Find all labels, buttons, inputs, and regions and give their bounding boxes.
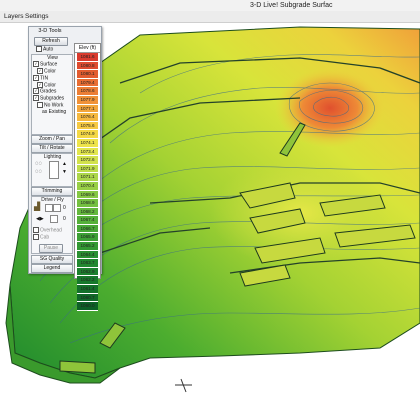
- menu-bar: Layers Settings: [0, 11, 420, 23]
- crosshair-marker: [175, 378, 192, 393]
- tin-checkbox[interactable]: ✓: [33, 74, 39, 81]
- window-title: 3-D Live! Subgrade Surfac: [250, 2, 333, 9]
- legend-entry: 1077.1: [77, 104, 98, 114]
- title-bar: 3-D Live! Subgrade Surfac: [0, 0, 420, 11]
- legend-entry: 1063.7: [77, 259, 98, 268]
- auto-checkbox[interactable]: [36, 46, 42, 52]
- legend-entry: 1080.1: [77, 70, 98, 79]
- legend-entry: 1070.4: [77, 181, 98, 191]
- sg-quality-button[interactable]: SG Quality: [31, 255, 73, 264]
- vehicle-icon[interactable]: ▟: [34, 203, 40, 212]
- pause-button[interactable]: Pause: [39, 244, 63, 253]
- light-dial-1-icon[interactable]: ◌◌: [35, 161, 42, 167]
- channel-outline: [59, 360, 96, 374]
- surface-label: Surface: [40, 61, 58, 68]
- no-work-label: No Work: [44, 102, 64, 109]
- legend-entry: 1068.2: [77, 207, 98, 217]
- legend-entry: 1072.6: [77, 156, 98, 165]
- legend-entry: 1079.4: [77, 78, 98, 88]
- drive-value-2: 0: [63, 216, 66, 223]
- overhead-checkbox[interactable]: [33, 227, 39, 234]
- lighting-group: Lighting ◌◌ ◌◌ ▲ ▼: [31, 153, 73, 187]
- subgrades-label: Subgrades: [40, 95, 65, 102]
- subgrades-checkbox[interactable]: ✓: [33, 95, 39, 102]
- drive-control-3[interactable]: [50, 215, 58, 224]
- light-dial-2-icon[interactable]: ◌◌: [35, 169, 42, 175]
- legend-button[interactable]: Legend: [31, 264, 73, 273]
- legend-entry: 1062.9: [77, 267, 98, 277]
- menu-layers[interactable]: Layers: [4, 11, 24, 22]
- legend-entry: 1069.6: [77, 190, 98, 200]
- auto-label: Auto: [43, 46, 54, 53]
- menu-settings[interactable]: Settings: [25, 11, 49, 22]
- legend-entry: 1078.6: [77, 87, 98, 96]
- tin-color-label: Color: [44, 81, 56, 88]
- legend-entry: 1081.6: [77, 53, 98, 62]
- legend-entry: 1080.8: [77, 61, 98, 71]
- legend-entry: 1068.9: [77, 199, 98, 208]
- legend-header: Elev (ft): [75, 44, 100, 53]
- tin-color-checkbox[interactable]: ✓: [37, 81, 43, 88]
- drive-controls: ▟ 0 ◀▶ 0: [32, 203, 72, 227]
- legend-entry: 1060.7: [77, 293, 98, 303]
- view-group: View ✓ Surface ✓ Color ✓ TIN ✓ Color ✓ Grades…: [31, 54, 73, 135]
- surface-color-option[interactable]: ✓ Color: [32, 68, 72, 75]
- tin-label: TIN: [40, 75, 49, 82]
- cab-label: Cab: [40, 234, 50, 241]
- light-spin-down-icon[interactable]: ▼: [62, 169, 67, 175]
- legend-entry: 1071.1: [77, 173, 98, 182]
- drive-fly-group: Drive / Fly ▟ 0 ◀▶ 0 Overhead Cab Pause: [31, 196, 73, 254]
- tools-panel-title: 3-D Tools: [38, 28, 62, 34]
- drive-value-1: 0: [63, 205, 66, 212]
- grades-option[interactable]: ✓ Grades: [32, 88, 72, 95]
- legend-entry: 1060.0: [77, 302, 98, 311]
- drive-control-1[interactable]: [45, 204, 53, 213]
- grades-label: Grades: [40, 88, 57, 95]
- auto-option[interactable]: Auto: [36, 46, 53, 52]
- light-intensity-slider[interactable]: [49, 161, 59, 180]
- legend-entry: 1071.9: [77, 164, 98, 174]
- no-work-checkbox[interactable]: [37, 101, 43, 108]
- surface-option[interactable]: ✓ Surface: [32, 61, 72, 68]
- as-existing-label: as Existing: [42, 108, 67, 115]
- surface-checkbox[interactable]: ✓: [33, 61, 39, 68]
- grades-checkbox[interactable]: ✓: [33, 88, 39, 95]
- legend-entry: 1076.4: [77, 113, 98, 122]
- legend-entry: 1066.7: [77, 224, 98, 234]
- cab-checkbox[interactable]: [33, 234, 39, 241]
- legend-cells: 1081.6 1080.8 1080.1 1079.4 1078.6 1077.9 1077…: [75, 53, 100, 311]
- light-spin-up-icon[interactable]: ▲: [62, 161, 67, 167]
- legend-entry: 1061.4: [77, 285, 98, 294]
- tilt-rotate-button[interactable]: Tilt / Rotate: [31, 144, 73, 153]
- lighting-controls: ◌◌ ◌◌ ▲ ▼: [32, 160, 72, 184]
- zoom-pan-button[interactable]: Zoom / Pan: [31, 135, 73, 144]
- overhead-option[interactable]: Overhead: [32, 227, 72, 234]
- legend-entry: 1065.9: [77, 233, 98, 243]
- legend-entry: 1065.2: [77, 242, 98, 251]
- surface-color-checkbox[interactable]: ✓: [37, 68, 43, 75]
- legend-entry: 1062.2: [77, 276, 98, 286]
- overhead-label: Overhead: [40, 227, 62, 234]
- tools-panel: 3-D Tools Refresh Auto View ✓ Surface ✓ Co…: [28, 26, 102, 311]
- legend-entry: 1067.4: [77, 216, 98, 225]
- legend-entry: 1074.9: [77, 130, 98, 139]
- refresh-button[interactable]: Refresh: [34, 37, 68, 46]
- cab-option[interactable]: Cab: [32, 234, 72, 241]
- elevation-legend: Elev (ft) 1081.6 1080.8 1080.1 1079.4 1078.6…: [74, 43, 101, 311]
- legend-entry: 1074.1: [77, 138, 98, 148]
- legend-entry: 1075.6: [77, 121, 98, 131]
- tin-option[interactable]: ✓ TIN: [32, 74, 72, 82]
- trimming-button[interactable]: Trimming: [31, 187, 73, 196]
- no-work-option[interactable]: No Work: [32, 101, 72, 109]
- legend-entry: 1064.4: [77, 250, 98, 260]
- tin-color-option[interactable]: ✓ Color: [32, 81, 72, 89]
- legend-entry: 1073.4: [77, 147, 98, 157]
- legend-entry: 1077.9: [77, 95, 98, 105]
- surface-color-label: Color: [44, 68, 56, 75]
- drive-control-2[interactable]: [53, 204, 61, 213]
- drive-left-icon[interactable]: ◀▶: [36, 216, 44, 222]
- subgrades-option[interactable]: ✓ Subgrades: [32, 95, 72, 102]
